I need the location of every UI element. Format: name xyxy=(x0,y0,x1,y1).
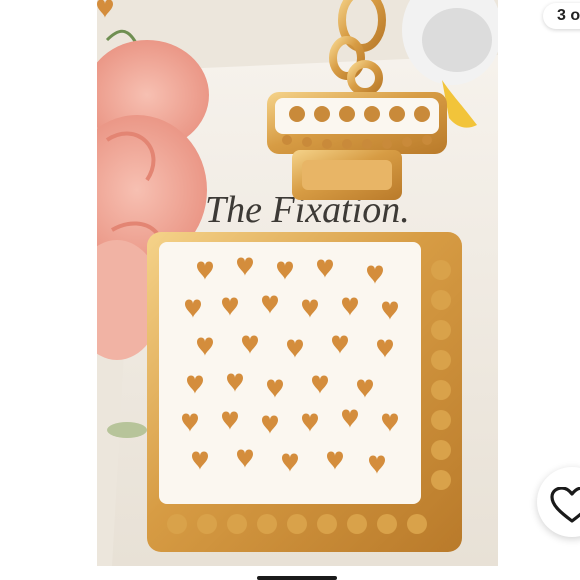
like-button[interactable] xyxy=(537,467,580,537)
product-photo[interactable]: The Fixation. xyxy=(97,0,498,566)
listing-image-viewer: The Fixation. 3 o xyxy=(0,0,580,580)
perfume-keychain-illustration: The Fixation. xyxy=(97,0,498,566)
image-counter-badge: 3 of xyxy=(543,3,580,29)
image-bottom-strip xyxy=(97,566,498,580)
scroll-handle[interactable] xyxy=(257,576,337,580)
heart-outline-icon xyxy=(550,487,580,523)
